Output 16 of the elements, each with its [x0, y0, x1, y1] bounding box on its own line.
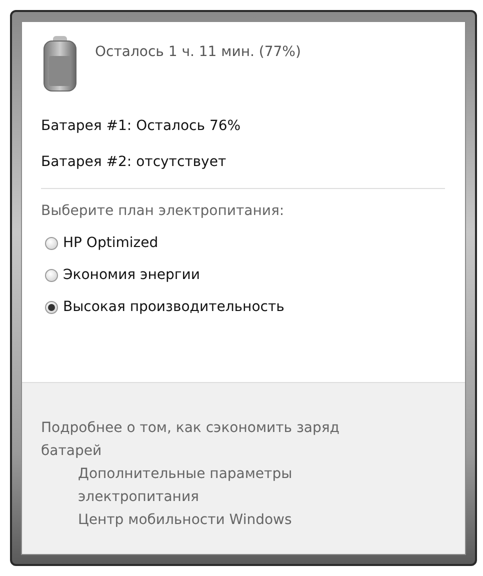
- radio-button[interactable]: [45, 268, 58, 282]
- battery-info-text: Батарея #1: Осталось 76%: [41, 118, 242, 134]
- power-plan-option[interactable]: HP Optimized: [45, 235, 451, 251]
- plan-label[interactable]: Высокая производительность: [63, 299, 284, 315]
- battery-status-text: Осталось 1 ч. 11 мин. (77%): [95, 44, 301, 60]
- settings-link[interactable]: Центр мобильности Windows: [78, 509, 308, 532]
- plan-label[interactable]: Экономия энергии: [63, 267, 200, 283]
- power-plan-option[interactable]: Экономия энергии: [45, 267, 451, 283]
- radio-button[interactable]: [45, 300, 58, 314]
- power-plan-option[interactable]: Высокая производительность: [45, 299, 451, 315]
- plan-prompt: Выберите план электропитания:: [41, 203, 286, 219]
- settings-link[interactable]: Подробнее о том, как сэкономить заряд батарей: [41, 417, 346, 463]
- settings-link[interactable]: Дополнительные параметры электропитания: [78, 463, 308, 509]
- battery-info-text: Батарея #2: отсутствует: [41, 154, 228, 170]
- radio-button[interactable]: [45, 236, 58, 250]
- plan-label[interactable]: HP Optimized: [63, 235, 158, 251]
